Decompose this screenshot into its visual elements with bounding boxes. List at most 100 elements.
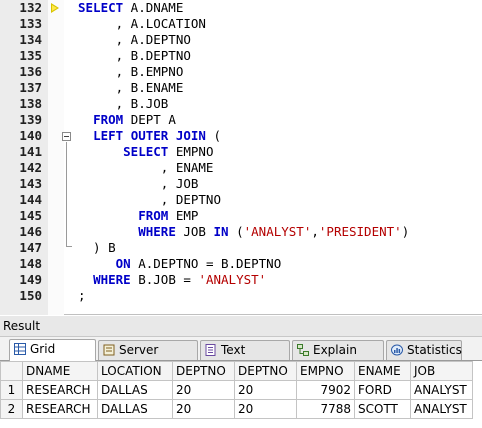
grid-cell[interactable]: RESEARCH (22, 399, 98, 419)
code-line[interactable]: 146 WHERE JOB IN ('ANALYST','PRESIDENT') (0, 224, 482, 240)
grid-cell[interactable]: 7788 (296, 399, 355, 419)
code-line[interactable]: 140 LEFT OUTER JOIN ( (0, 128, 482, 144)
line-number: 132 (19, 0, 42, 15)
table-row[interactable]: 1 RESEARCH DALLAS 20 20 7902 FORD ANALYS… (0, 380, 473, 400)
column-header[interactable]: LOCATION (97, 361, 173, 381)
code-line[interactable]: 147 ) B (0, 240, 482, 256)
code-line[interactable]: 139 FROM DEPT A (0, 112, 482, 128)
code-text: SELECT A.DNAME (78, 0, 183, 16)
line-number: 138 (19, 96, 42, 111)
grid-cell[interactable]: 20 (234, 399, 297, 419)
line-number: 136 (19, 64, 42, 79)
column-header[interactable]: DNAME (22, 361, 98, 381)
sql-text: ) B (78, 240, 116, 255)
code-line[interactable]: 143 , JOB (0, 176, 482, 192)
tab-explain-plan[interactable]: Explain Plan (292, 340, 384, 375)
grid-cell[interactable]: 20 (172, 399, 235, 419)
grid-cell[interactable]: SCOTT (354, 399, 411, 419)
sql-text: , B.JOB (78, 96, 169, 111)
code-text: WHERE JOB IN ('ANALYST','PRESIDENT') (78, 224, 409, 240)
line-number: 150 (19, 288, 42, 303)
code-text: , B.EMPNO (78, 64, 184, 80)
code-text: , B.ENAME (78, 80, 184, 96)
code-line[interactable]: 132 SELECT A.DNAME (0, 0, 482, 16)
sql-text: ; (78, 288, 86, 303)
line-number: 147 (19, 240, 42, 255)
line-number: 148 (19, 256, 42, 271)
code-line[interactable]: 149 WHERE B.JOB = 'ANALYST' (0, 272, 482, 288)
code-line[interactable]: 142 , ENAME (0, 160, 482, 176)
fold-toggle-icon[interactable] (62, 132, 71, 141)
column-header[interactable]: DEPTNO (234, 361, 297, 381)
code-line[interactable]: 138 , B.JOB (0, 96, 482, 112)
code-line[interactable]: 134 , A.DEPTNO (0, 32, 482, 48)
tab-grid-result[interactable]: Grid Result (9, 339, 96, 374)
sql-text: , B.DEPTNO (78, 48, 191, 63)
code-text: FROM DEPT A (78, 112, 176, 128)
line-number: 145 (19, 208, 42, 223)
column-header[interactable]: EMPNO (296, 361, 355, 381)
code-line[interactable]: 148 ON A.DEPTNO = B.DEPTNO (0, 256, 482, 272)
code-line[interactable]: 133 , A.LOCATION (0, 16, 482, 32)
grid-cell[interactable]: 7902 (296, 380, 355, 400)
sql-keyword: WHERE (138, 224, 176, 239)
tab-statistics[interactable]: Statistics (386, 340, 462, 360)
sql-text: A.DNAME (123, 0, 184, 15)
line-number: 135 (19, 48, 42, 63)
row-number-header[interactable] (0, 361, 23, 381)
sql-text: JOB (175, 224, 214, 239)
code-line[interactable]: 141 SELECT EMPNO (0, 144, 482, 160)
line-number: 141 (19, 144, 42, 159)
tab-server-output[interactable]: Server Output (98, 340, 198, 375)
statistics-icon (391, 344, 403, 356)
sql-text: ( (205, 128, 222, 143)
row-number[interactable]: 2 (0, 399, 23, 419)
sql-text: B.JOB = (130, 272, 199, 287)
result-grid[interactable]: DNAME LOCATION DEPTNO DEPTNO EMPNO ENAME… (0, 361, 482, 428)
tab-text-output[interactable]: Text Output (200, 340, 290, 375)
code-line[interactable]: 150; (0, 288, 482, 304)
code-text: WHERE B.JOB = 'ANALYST' (78, 272, 266, 288)
explain-plan-icon (297, 344, 309, 356)
result-tab-bar: Grid Result Server Output Text Output Ex… (0, 337, 482, 375)
sql-text: , A.DEPTNO (78, 32, 191, 47)
column-header[interactable]: DEPTNO (172, 361, 235, 381)
code-line[interactable]: 135 , B.DEPTNO (0, 48, 482, 64)
grid-icon (14, 343, 26, 355)
result-table: DNAME LOCATION DEPTNO DEPTNO EMPNO ENAME… (0, 361, 473, 419)
grid-cell[interactable]: 20 (234, 380, 297, 400)
column-header[interactable]: ENAME (354, 361, 411, 381)
line-number: 140 (19, 128, 42, 143)
table-row[interactable]: 2 RESEARCH DALLAS 20 20 7788 SCOTT ANALY… (0, 399, 473, 419)
grid-cell[interactable]: DALLAS (97, 399, 173, 419)
row-number[interactable]: 1 (0, 380, 23, 400)
code-text: , A.DEPTNO (78, 32, 191, 48)
sql-keyword: ON (115, 256, 131, 271)
code-line[interactable]: 144 , DEPTNO (0, 192, 482, 208)
text-output-icon (205, 344, 216, 356)
line-number: 134 (19, 32, 42, 47)
column-header[interactable]: JOB (410, 361, 473, 381)
code-line[interactable]: 136 , B.EMPNO (0, 64, 482, 80)
code-text: , B.DEPTNO (78, 48, 191, 64)
grid-cell[interactable]: FORD (354, 380, 411, 400)
grid-cell[interactable]: DALLAS (97, 380, 173, 400)
sql-text: A.DEPTNO = B.DEPTNO (130, 256, 282, 271)
grid-cell[interactable]: 20 (172, 380, 235, 400)
result-panel-header: Result (0, 316, 482, 337)
grid-cell[interactable]: ANALYST (410, 380, 473, 400)
sql-string: 'ANALYST' (243, 224, 312, 239)
grid-cell[interactable]: RESEARCH (22, 380, 98, 400)
code-line[interactable]: 145 FROM EMP (0, 208, 482, 224)
sql-keyword: WHERE (93, 272, 131, 287)
grid-cell[interactable]: ANALYST (410, 399, 473, 419)
sql-editor[interactable]: 132 SELECT A.DNAME 133 , A.LOCATION 134 , A… (0, 0, 482, 315)
grid-header-row: DNAME LOCATION DEPTNO DEPTNO EMPNO ENAME… (0, 361, 473, 381)
sql-text: , B.EMPNO (78, 64, 184, 79)
code-line[interactable]: 137 , B.ENAME (0, 80, 482, 96)
